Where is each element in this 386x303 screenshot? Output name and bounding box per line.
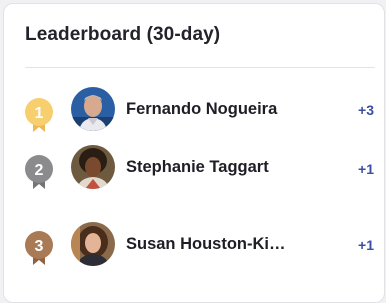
score-delta: +3 (358, 102, 374, 118)
card-title: Leaderboard (30-day) (25, 24, 221, 45)
gold-medal-icon: 1 (24, 97, 56, 133)
score-delta: +1 (358, 161, 374, 177)
user-name[interactable]: Susan Houston-Kie… (126, 235, 294, 254)
score-delta: +1 (358, 237, 374, 253)
user-name[interactable]: Stephanie Taggart (126, 158, 294, 177)
medal-rank: 1 (35, 105, 44, 122)
user-name[interactable]: Fernando Nogueira (126, 100, 294, 119)
avatar[interactable] (71, 145, 115, 189)
divider (25, 67, 375, 68)
medal-rank: 2 (35, 162, 44, 179)
leaderboard-row[interactable]: 3 Susan Houston-Kie… +1 (4, 222, 384, 270)
silver-medal-icon: 2 (24, 154, 56, 190)
avatar[interactable] (71, 222, 115, 266)
bronze-medal-icon: 3 (24, 230, 56, 266)
leaderboard-card: Leaderboard (30-day) 1 Fernando Nogueira… (3, 3, 385, 303)
leaderboard-row[interactable]: 1 Fernando Nogueira +3 (4, 87, 384, 135)
leaderboard-row[interactable]: 2 Stephanie Taggart +1 (4, 145, 384, 205)
medal-rank: 3 (35, 238, 44, 255)
avatar[interactable] (71, 87, 115, 131)
